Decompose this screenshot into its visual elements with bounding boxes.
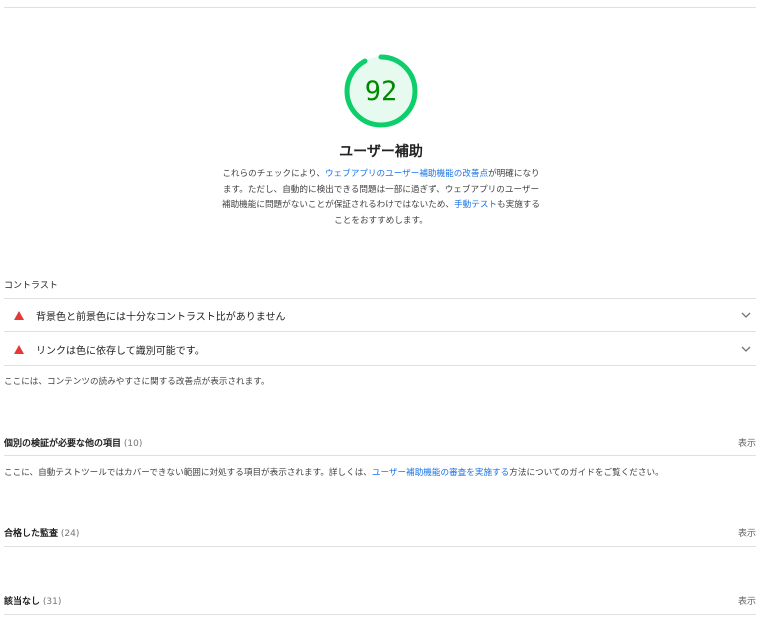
manual-show-toggle[interactable]: 表示 — [738, 436, 756, 449]
fail-triangle-icon — [14, 344, 24, 354]
divider — [4, 614, 756, 615]
score-gauge: 92 — [342, 52, 420, 130]
audit-label: 背景色と前景色には十分なコントラスト比がありません — [36, 311, 286, 323]
passed-show-toggle[interactable]: 表示 — [738, 526, 756, 539]
passed-group-title[interactable]: 合格した監査 (24) — [4, 526, 79, 539]
notapplicable-group-title[interactable]: 該当なし (31) — [4, 594, 61, 607]
group-title-text: 合格した監査 — [4, 529, 59, 539]
accessibility-review-link[interactable]: ユーザー補助機能の審査を実施する — [372, 468, 509, 478]
fail-triangle-icon — [14, 310, 24, 320]
manual-group-title[interactable]: 個別の検証が必要な他の項目 (10) — [4, 436, 142, 449]
contrast-group-note: ここには、コンテンツの読みやすさに関する改善点が表示されます。 — [4, 377, 270, 387]
divider — [4, 455, 756, 456]
divider — [4, 546, 756, 547]
audit-link-color[interactable]: リンクは色に依存して識別可能です。 — [4, 333, 756, 365]
divider — [4, 331, 756, 332]
audit-label: リンクは色に依存して識別可能です。 — [36, 345, 205, 357]
lighthouse-accessibility-report: 92 ユーザー補助 これらのチェックにより、ウェブアプリのユーザー補助機能の改善… — [0, 0, 762, 629]
notapplicable-show-toggle[interactable]: 表示 — [738, 594, 756, 607]
group-count: (24) — [60, 529, 80, 539]
manual-test-link[interactable]: 手動テスト — [454, 200, 497, 210]
divider — [4, 365, 756, 366]
group-count: (31) — [42, 597, 62, 607]
note-text: 方法についてのガイドをご覧ください。 — [509, 468, 664, 478]
group-title-text: 個別の検証が必要な他の項目 — [4, 439, 122, 449]
group-title-text: 該当なし — [4, 597, 41, 607]
audit-contrast-ratio[interactable]: 背景色と前景色には十分なコントラスト比がありません — [4, 299, 756, 331]
contrast-group-title: コントラスト — [4, 281, 58, 291]
section-description: これらのチェックにより、ウェブアプリのユーザー補助機能の改善点が明確になります。… — [220, 167, 542, 229]
note-text: ここに、自動テストツールではカバーできない範囲に対処する項目が表示されます。詳し… — [4, 468, 372, 478]
chevron-down-icon[interactable] — [740, 343, 752, 355]
top-divider — [4, 7, 756, 8]
description-text: これらのチェックにより、 — [222, 169, 325, 179]
section-title: ユーザー補助 — [339, 144, 423, 160]
score-value: 92 — [364, 75, 398, 107]
group-count: (10) — [123, 439, 143, 449]
improvement-link[interactable]: ウェブアプリのユーザー補助機能の改善点 — [325, 169, 488, 179]
manual-group-note: ここに、自動テストツールではカバーできない範囲に対処する項目が表示されます。詳し… — [4, 466, 664, 478]
chevron-down-icon[interactable] — [740, 309, 752, 321]
